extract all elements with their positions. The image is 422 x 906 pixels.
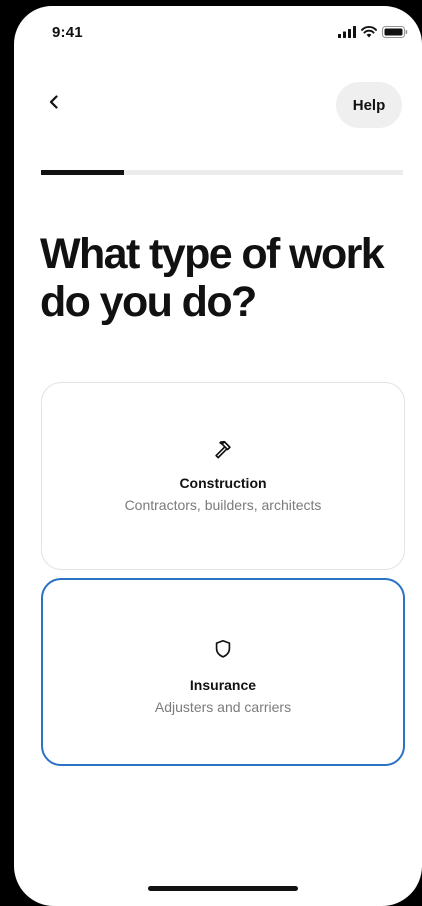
help-button[interactable]: Help bbox=[336, 82, 402, 128]
status-icons bbox=[338, 26, 408, 38]
option-card-insurance[interactable]: Insurance Adjusters and carriers bbox=[41, 578, 405, 766]
option-subtitle: Adjusters and carriers bbox=[154, 699, 292, 715]
page-title: What type of work do you do? bbox=[40, 230, 385, 326]
progress-bar bbox=[41, 170, 403, 175]
phone-screen: 9:41 Help What type of work do you do? C… bbox=[14, 6, 422, 906]
battery-icon bbox=[382, 26, 408, 38]
chevron-left-icon bbox=[49, 95, 58, 109]
signal-icon bbox=[338, 26, 356, 38]
option-title: Insurance bbox=[189, 677, 257, 693]
option-card-construction[interactable]: Construction Contractors, builders, arch… bbox=[41, 382, 405, 570]
status-bar: 9:41 bbox=[14, 6, 422, 56]
status-time: 9:41 bbox=[52, 24, 83, 41]
shield-icon bbox=[215, 639, 231, 658]
hammer-icon bbox=[215, 440, 231, 459]
wifi-icon bbox=[361, 26, 377, 38]
back-button[interactable] bbox=[38, 86, 70, 118]
option-subtitle: Contractors, builders, architects bbox=[124, 497, 322, 513]
option-title: Construction bbox=[179, 475, 267, 491]
progress-fill bbox=[41, 170, 125, 175]
home-indicator[interactable] bbox=[148, 886, 298, 891]
